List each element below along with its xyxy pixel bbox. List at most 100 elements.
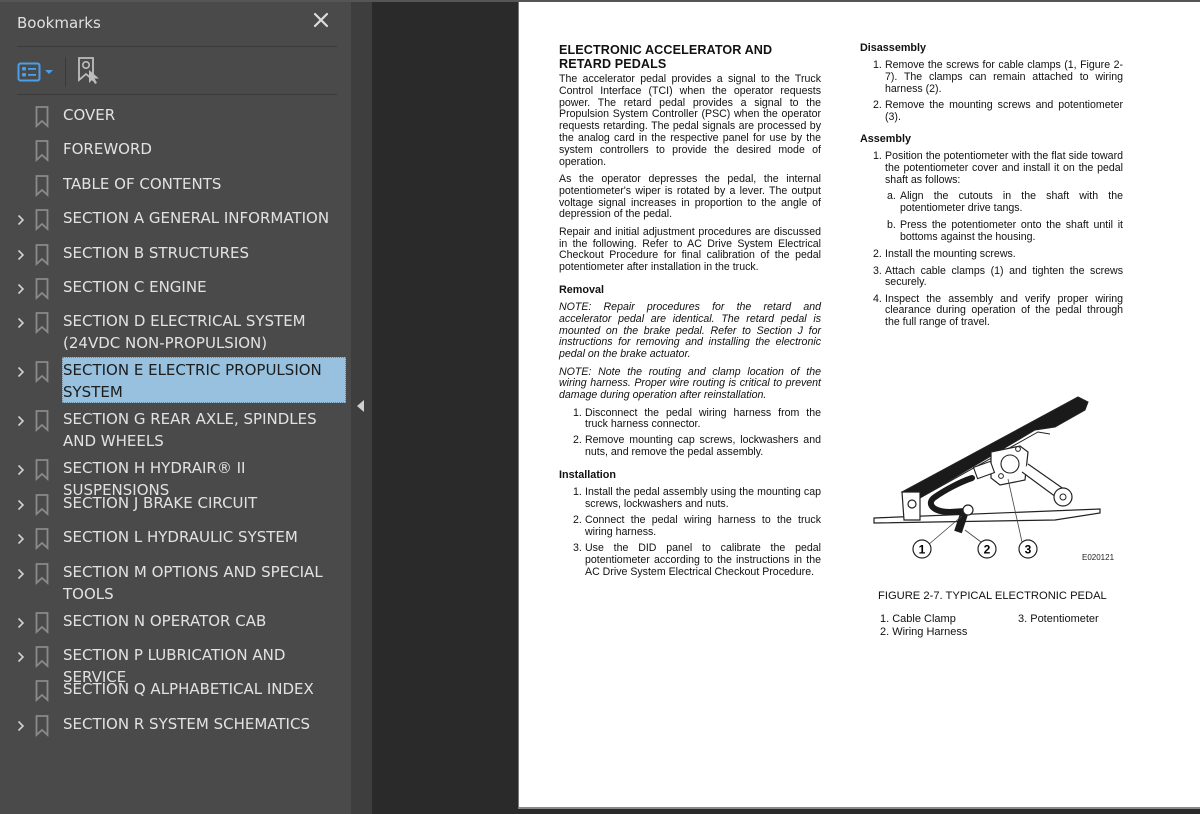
list-item: 3. Use the DID panel to calibrate the ped…	[559, 542, 821, 578]
callout-label: 2	[984, 543, 991, 557]
step-number: 2.	[873, 248, 882, 261]
assembly-heading: Assembly	[860, 133, 912, 146]
divider	[17, 46, 337, 47]
step-number: 2.	[573, 434, 582, 447]
expand-chevron-icon[interactable]	[10, 647, 32, 667]
bookmark-item[interactable]: FOREWORD	[0, 136, 351, 170]
bookmark-item[interactable]: SECTION M OPTIONS AND SPECIAL TOOLS	[0, 559, 351, 608]
step-number: 2.	[573, 514, 582, 527]
list-item: 2. Remove mounting cap screws, lockwasher…	[559, 435, 821, 459]
list-item: 1. Disconnect the pedal wiring harness fr…	[559, 406, 821, 432]
bookmark-icon	[35, 361, 53, 384]
expand-chevron-icon[interactable]	[10, 245, 32, 265]
step-number: b.	[887, 219, 896, 232]
list-item: 2. Remove the mounting screws and potenti…	[860, 98, 1123, 124]
step-text: Remove the screws for cable clamps (1, F…	[885, 59, 1123, 95]
bookmark-icon	[35, 646, 53, 668]
disassembly-steps: 1. Remove the screws for cable clamps (1,…	[860, 59, 1123, 124]
document-viewer[interactable]: ELECTRONIC ACCELERATOR AND RETARD PEDALS…	[372, 2, 1200, 814]
step-number: 2.	[873, 98, 882, 111]
removal-heading: Removal	[559, 283, 605, 296]
bookmark-item[interactable]: SECTION Q ALPHABETICAL INDEX	[0, 676, 351, 710]
list-item: 1. Position the potentiometer with the fl…	[860, 151, 1123, 186]
bookmark-item[interactable]: SECTION B STRUCTURES	[0, 240, 351, 274]
note: NOTE: Note the routing and clamp locatio…	[559, 365, 821, 402]
close-panel-button[interactable]	[310, 9, 332, 31]
expand-chevron-icon[interactable]	[10, 529, 32, 549]
bookmark-item[interactable]: SECTION C ENGINE	[0, 274, 351, 308]
panel-splitter[interactable]	[351, 2, 372, 814]
step-text: Remove the mounting screws and potentiom…	[885, 98, 1123, 123]
list-item: 1. Remove the screws for cable clamps (1,…	[860, 59, 1123, 95]
toolbar-separator	[65, 57, 66, 87]
step-text: Disconnect the pedal wiring harness from…	[585, 406, 821, 431]
bookmark-icon	[35, 459, 53, 482]
step-text: Install the mounting screws.	[885, 248, 1016, 261]
left-column: ELECTRONIC ACCELERATOR AND RETARD PEDALS…	[559, 43, 821, 583]
find-current-bookmark-button[interactable]	[76, 56, 102, 88]
bookmark-item[interactable]: COVER	[0, 102, 351, 136]
step-number: 1.	[873, 59, 882, 71]
bookmark-label: COVER	[63, 106, 116, 124]
bookmark-label: SECTION A GENERAL INFORMATION	[63, 209, 330, 228]
expand-chevron-icon[interactable]	[10, 460, 32, 480]
bookmarks-toolbar	[17, 57, 102, 87]
bookmark-label: SECTION R SYSTEM SCHEMATICS	[63, 714, 310, 733]
step-text: Remove mounting cap screws, lockwashers …	[585, 434, 821, 459]
expand-chevron-icon[interactable]	[10, 210, 32, 230]
bookmark-item[interactable]: SECTION H HYDRAIR® II SUSPENSIONS	[0, 455, 351, 499]
bookmark-item[interactable]: SECTION D ELECTRICAL SYSTEM (24VDC NON-P…	[0, 308, 351, 357]
collapse-panel-arrow-icon[interactable]	[357, 400, 364, 412]
bookmark-item[interactable]: SECTION G REAR AXLE, SPINDLES AND WHEELS	[0, 406, 351, 455]
bookmark-icon	[35, 174, 53, 197]
bookmark-item[interactable]: SECTION N OPERATOR CAB	[0, 608, 351, 642]
bookmark-label: SECTION B STRUCTURES	[63, 243, 250, 262]
step-number: 1.	[873, 150, 882, 163]
list-view-icon	[17, 62, 41, 82]
expand-chevron-icon[interactable]	[10, 279, 32, 299]
list-subitem: b. Press the potentiometer onto the shaft…	[860, 219, 1123, 244]
bookmark-item[interactable]: SECTION E ELECTRIC PROPULSION SYSTEM	[0, 357, 351, 406]
list-subitem: a. Align the cutouts in the shaft with th…	[860, 190, 1123, 215]
installation-steps: 1. Install the pedal assembly using the m…	[559, 486, 821, 578]
bookmark-icon	[35, 562, 53, 585]
pedal-illustration: 1 2 3	[873, 396, 1101, 559]
expand-chevron-icon[interactable]	[10, 613, 32, 633]
intro-paragraph: Repair and initial adjustment procedures…	[559, 225, 821, 274]
step-text: Inspect the assembly and verify proper w…	[885, 292, 1123, 329]
step-text: Use the DID panel to calibrate the pedal…	[585, 542, 821, 578]
assembly-steps: 1. Position the potentiometer with the fl…	[860, 151, 1123, 329]
list-item: 1. Install the pedal assembly using the m…	[559, 486, 821, 511]
bookmark-item[interactable]: TABLE OF CONTENTS	[0, 171, 351, 205]
bookmark-label: SECTION G REAR AXLE, SPINDLES AND WHEELS	[63, 410, 317, 451]
expand-chevron-icon[interactable]	[10, 564, 32, 584]
bookmark-item[interactable]: SECTION J BRAKE CIRCUIT	[0, 490, 351, 524]
leader-line	[964, 529, 982, 543]
expand-chevron-icon[interactable]	[10, 313, 32, 333]
bookmark-item[interactable]: SECTION A GENERAL INFORMATION	[0, 205, 351, 239]
bookmark-icon	[35, 243, 53, 266]
bookmark-tree: COVER FOREWORD TABLE OF CONTENTS SECTION A …	[0, 102, 351, 745]
bookmark-icon	[35, 714, 53, 737]
bookmark-item[interactable]: SECTION P LUBRICATION AND SERVICE	[0, 642, 351, 686]
bookmark-label: SECTION M OPTIONS AND SPECIAL TOOLS	[63, 562, 323, 603]
step-number: a.	[887, 190, 896, 203]
bookmark-item[interactable]: SECTION L HYDRAULIC SYSTEM	[0, 524, 351, 558]
expand-chevron-icon[interactable]	[10, 411, 32, 431]
expand-chevron-icon[interactable]	[10, 716, 32, 736]
divider	[17, 94, 337, 95]
bookmark-item[interactable]: SECTION R SYSTEM SCHEMATICS	[0, 711, 351, 745]
step-text: Position the potentiometer with the flat…	[885, 150, 1123, 186]
callout-3: 3	[1018, 539, 1038, 559]
potentiometer-body	[1000, 454, 1020, 474]
expand-chevron-icon[interactable]	[10, 362, 32, 382]
view-options-button[interactable]	[17, 61, 53, 83]
step-text: Attach cable clamps (1) and tighten the …	[885, 264, 1123, 289]
list-item: 2. Install the mounting screws.	[860, 248, 1123, 261]
step-number: 1.	[573, 486, 582, 499]
step-number: 3.	[873, 264, 882, 277]
figure-caption: FIGURE 2-7. TYPICAL ELECTRONIC PEDAL	[878, 590, 1107, 602]
bookmark-icon	[35, 209, 53, 232]
expand-chevron-icon[interactable]	[10, 495, 32, 515]
close-icon	[313, 12, 329, 28]
